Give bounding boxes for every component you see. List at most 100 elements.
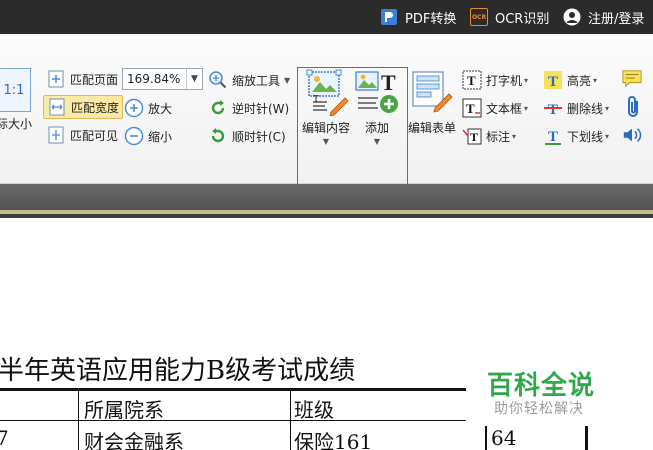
zoom-select[interactable]: 169.84% ▼ [122,68,203,90]
add-content-icon: T [354,68,400,119]
actual-size-label: 际大小 [0,117,33,131]
svg-text:T: T [313,94,319,105]
zoom-in-icon [124,98,144,118]
textbox-label: 文本框 [486,101,523,116]
zoom-out-icon [124,126,144,146]
table-cell: 7 [0,426,9,450]
zoom-value: 169.84% [127,72,181,86]
rotate-right-icon [208,126,228,146]
svg-text:T: T [470,130,478,144]
pdf-convert-label: PDF转换 [405,11,457,27]
actual-size-button[interactable]: 1:1 际大小 [0,68,32,132]
typewriter-label: 打字机 [486,73,523,88]
magnifier-icon [208,70,228,90]
highlight-label: 高亮 [567,73,592,88]
chevron-down-icon[interactable]: ▾ [605,104,609,113]
sound-button[interactable] [622,125,646,145]
callout-button[interactable]: T 标注 ▾ [462,125,516,147]
chevron-down-icon[interactable]: ▼ [323,137,329,146]
edit-content-button[interactable]: T 编辑内容 ▼ [300,68,352,146]
fit-visible-label: 匹配可见 [70,128,119,143]
underline-icon: T [543,126,563,146]
zoom-tool-label: 缩放工具 [232,73,281,88]
rotate-ccw-label: 逆时针(W) [232,101,290,116]
comment-icon [622,69,642,89]
svg-text:T: T [548,74,558,90]
fit-page-button[interactable]: 匹配页面 [46,69,118,89]
rotate-cw-button[interactable]: 顺时针(C) [208,125,286,147]
pdf-convert-button[interactable]: PDF转换 [380,7,456,27]
comment-note-button[interactable] [622,69,646,89]
svg-text:T: T [466,101,475,116]
callout-icon: T [462,126,482,146]
chevron-down-icon[interactable]: ▼ [284,76,290,85]
chevron-down-icon[interactable]: ▾ [605,132,609,141]
table-header-cell: 所属院系 [84,398,164,422]
edit-content-icon: T [303,68,349,119]
fit-visible-icon [46,125,66,145]
watermark-subtitle: 助你轻松解决 [494,401,584,417]
strikeout-label: 删除线 [567,101,604,116]
table-column-divider [485,426,487,450]
zoom-out-button[interactable]: 缩小 [124,125,172,147]
user-icon [563,8,581,26]
zoom-in-button[interactable]: 放大 [124,97,172,119]
chevron-down-icon[interactable]: ▾ [593,76,597,85]
svg-text:T: T [548,129,558,145]
watermark-logo-text: 百科全说 [487,371,596,401]
table-header-border [0,420,466,421]
ribbon-toolbar: 1:1 际大小 匹配页面 匹配宽度 匹配可见 169.84% ▼ 放大 缩小 缩… [0,34,653,191]
svg-text:T: T [467,73,476,88]
add-button[interactable]: T 添加 ▼ [352,68,402,146]
rotate-ccw-button[interactable]: 逆时针(W) [208,97,289,119]
textbox-icon: T [462,98,482,118]
pdf-convert-icon [380,8,398,26]
chevron-down-icon[interactable]: ▾ [524,76,528,85]
fit-page-label: 匹配页面 [70,72,119,87]
rotate-cw-label: 顺时针(C) [232,129,286,144]
chevron-down-icon[interactable]: ▾ [512,132,516,141]
typewriter-icon: T [462,70,482,90]
fit-page-icon [46,69,66,89]
table-cell: 财会金融系 [84,430,184,450]
zoom-tool-button[interactable]: 缩放工具 ▼ [208,69,290,91]
fit-visible-button[interactable]: 匹配可见 [46,125,118,145]
title-bar: PDF转换 OCR OCR识别 注册/登录 [0,0,653,34]
fit-width-label: 匹配宽度 [71,100,120,115]
speaker-icon [622,125,642,145]
highlight-text-icon: T [543,70,563,90]
edit-form-label: 编辑表单 [407,121,456,135]
attach-file-button[interactable] [624,96,648,117]
login-button[interactable]: 注册/登录 [563,7,644,27]
edit-content-label: 编辑内容 [301,121,350,135]
strikeout-icon: T [543,98,563,118]
textbox-button[interactable]: T 文本框 ▾ [462,97,528,119]
ocr-icon: OCR [470,8,488,26]
chevron-down-icon[interactable]: ▼ [186,69,202,89]
zoom-in-label: 放大 [148,101,173,116]
callout-label: 标注 [486,129,511,144]
actual-size-icon: 1:1 [0,68,31,112]
typewriter-button[interactable]: T 打字机 ▾ [462,69,528,91]
login-label: 注册/登录 [588,11,645,27]
highlight-button[interactable]: T 高亮 ▾ [543,69,597,91]
strikeout-button[interactable]: T 删除线 ▾ [543,97,609,119]
table-cell: 保险161 [294,430,373,450]
document-title: 半年英语应用能力B级考试成绩 [0,356,356,386]
ocr-button[interactable]: OCR OCR识别 [470,7,549,27]
underline-label: 下划线 [567,129,604,144]
ocr-label: OCR识别 [495,11,550,27]
table-column-divider [585,426,588,450]
table-column-divider [78,391,79,450]
underline-button[interactable]: T 下划线 ▾ [543,125,609,147]
rotate-left-icon [208,98,228,118]
table-column-divider [290,391,291,450]
chevron-down-icon[interactable]: ▾ [524,104,528,113]
edit-form-icon [409,68,455,119]
edit-form-button[interactable]: 编辑表单 [406,68,458,136]
chevron-down-icon[interactable]: ▼ [374,137,380,146]
add-label: 添加 [364,121,389,135]
paperclip-icon [624,96,644,117]
svg-text:T: T [548,102,558,118]
fit-width-button[interactable]: 匹配宽度 [43,95,124,119]
